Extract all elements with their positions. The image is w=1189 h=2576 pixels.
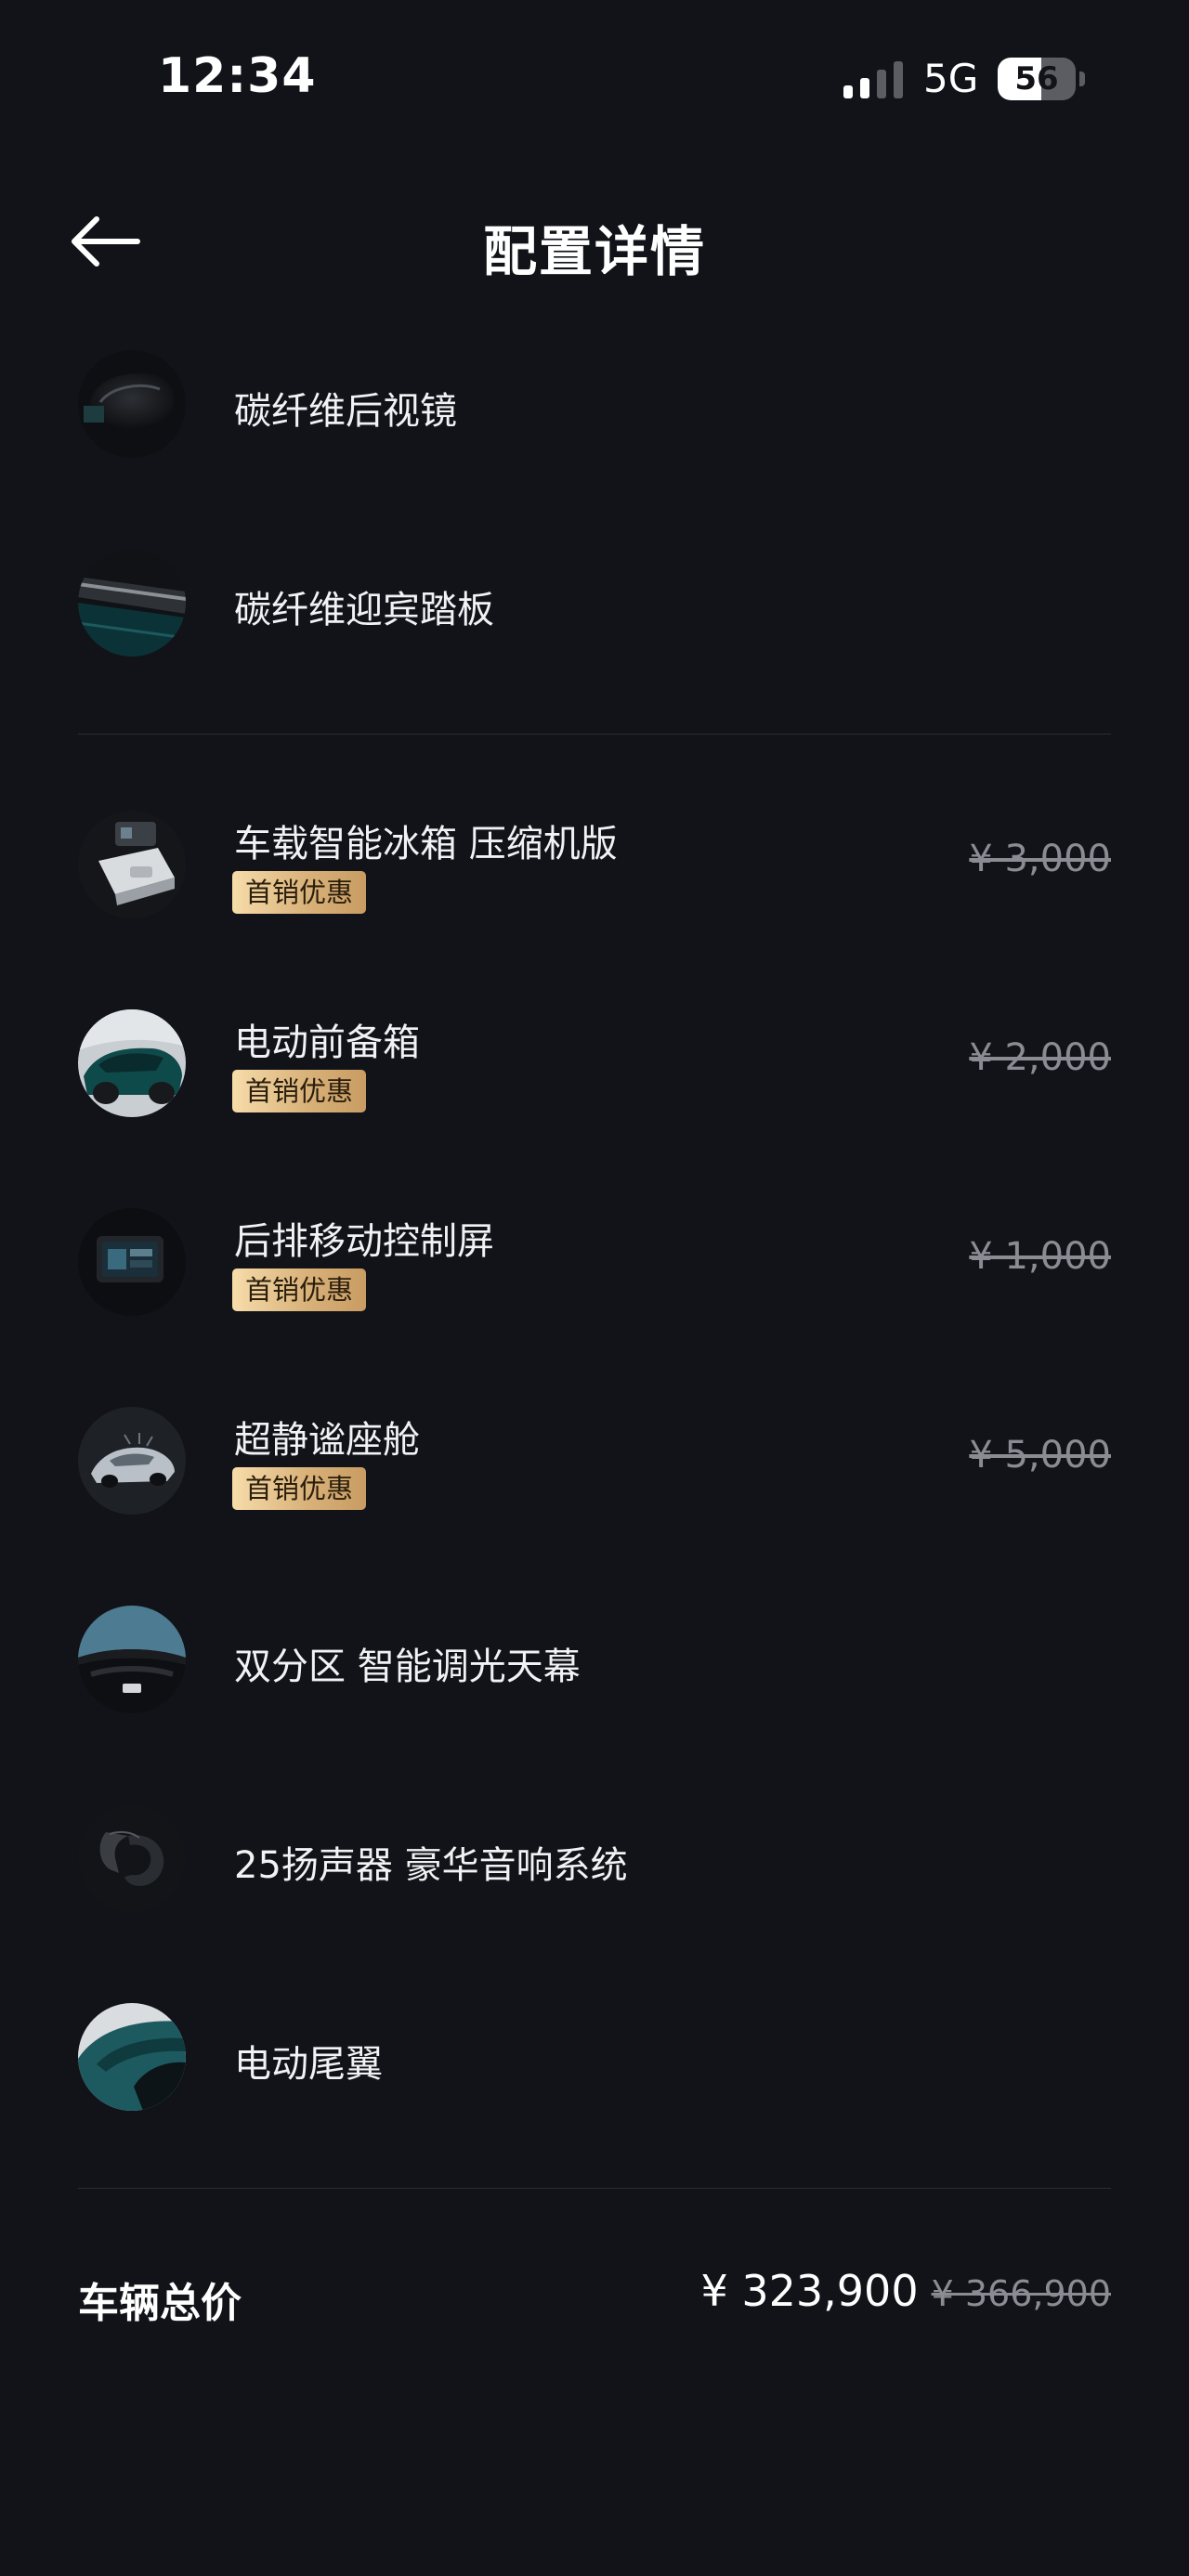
section-divider xyxy=(78,734,1111,735)
item-name: 后排移动控制屏 xyxy=(234,1220,494,1263)
item-name: 碳纤维后视镜 xyxy=(234,390,457,433)
total-label: 车辆总价 xyxy=(78,2280,242,2327)
status-time: 12:34 xyxy=(158,48,317,104)
item-name: 双分区 智能调光天幕 xyxy=(234,1646,581,1688)
sunroof-thumbnail xyxy=(78,1606,186,1713)
nav-header: 配置详情 xyxy=(0,186,1189,297)
promo-badge: 首销优惠 xyxy=(232,871,367,914)
battery-icon: 56 xyxy=(998,58,1085,102)
promo-badge: 首销优惠 xyxy=(232,1467,367,1510)
item-name: 碳纤维迎宾踏板 xyxy=(234,589,494,631)
original-price: ¥ 2,000 xyxy=(969,1036,1111,1079)
item-name: 电动前备箱 xyxy=(234,1021,420,1064)
front-trunk-thumbnail xyxy=(78,1009,186,1117)
list-item-carbon-sill-plate: 碳纤维迎宾踏板 xyxy=(0,505,1189,704)
item-name: 超静谧座舱 xyxy=(234,1419,420,1462)
network-label: 5G xyxy=(923,56,979,101)
quiet-cabin-thumbnail xyxy=(78,1407,186,1515)
list-item-carbon-mirror: 碳纤维后视镜 xyxy=(0,306,1189,505)
list-item-front-trunk: 电动前备箱 首销优惠 ¥ 2,000 xyxy=(0,966,1189,1164)
item-name: 车载智能冰箱 压缩机版 xyxy=(234,823,618,865)
speaker-thumbnail xyxy=(78,1804,186,1912)
list-item-rear-screen: 后排移动控制屏 首销优惠 ¥ 1,000 xyxy=(0,1164,1189,1363)
cellular-signal-icon xyxy=(843,61,903,98)
carbon-mirror-thumbnail xyxy=(78,350,186,458)
status-bar: 12:34 5G 56 xyxy=(0,0,1189,163)
promo-badge: 首销优惠 xyxy=(232,1268,367,1311)
original-price: ¥ 3,000 xyxy=(969,838,1111,880)
total-prices: ¥ 323,900 ¥ 366,900 xyxy=(700,2266,1111,2316)
list-item-spoiler: 电动尾翼 xyxy=(0,1959,1189,2158)
page-title: 配置详情 xyxy=(482,220,706,283)
list-item-fridge: 车载智能冰箱 压缩机版 首销优惠 ¥ 3,000 xyxy=(0,767,1189,966)
total-price: ¥ 323,900 xyxy=(700,2266,919,2316)
item-name: 25扬声器 豪华音响系统 xyxy=(234,1844,628,1887)
original-price: ¥ 5,000 xyxy=(969,1434,1111,1477)
fridge-thumbnail xyxy=(78,811,186,918)
spoiler-thumbnail xyxy=(78,2003,186,2111)
total-row: 车辆总价 ¥ 323,900 ¥ 366,900 xyxy=(0,2247,1189,2340)
carbon-sill-plate-thumbnail xyxy=(78,549,186,657)
total-original-price: ¥ 366,900 xyxy=(931,2273,1111,2314)
item-name: 电动尾翼 xyxy=(234,2043,383,2086)
original-price: ¥ 1,000 xyxy=(969,1235,1111,1278)
battery-level: 56 xyxy=(1014,60,1059,98)
list-item-speaker: 25扬声器 豪华音响系统 xyxy=(0,1761,1189,1959)
list-item-sunroof: 双分区 智能调光天幕 xyxy=(0,1562,1189,1761)
promo-badge: 首销优惠 xyxy=(232,1070,367,1112)
list-item-quiet-cabin: 超静谧座舱 首销优惠 ¥ 5,000 xyxy=(0,1363,1189,1562)
total-divider xyxy=(78,2188,1111,2189)
rear-screen-thumbnail xyxy=(78,1208,186,1316)
